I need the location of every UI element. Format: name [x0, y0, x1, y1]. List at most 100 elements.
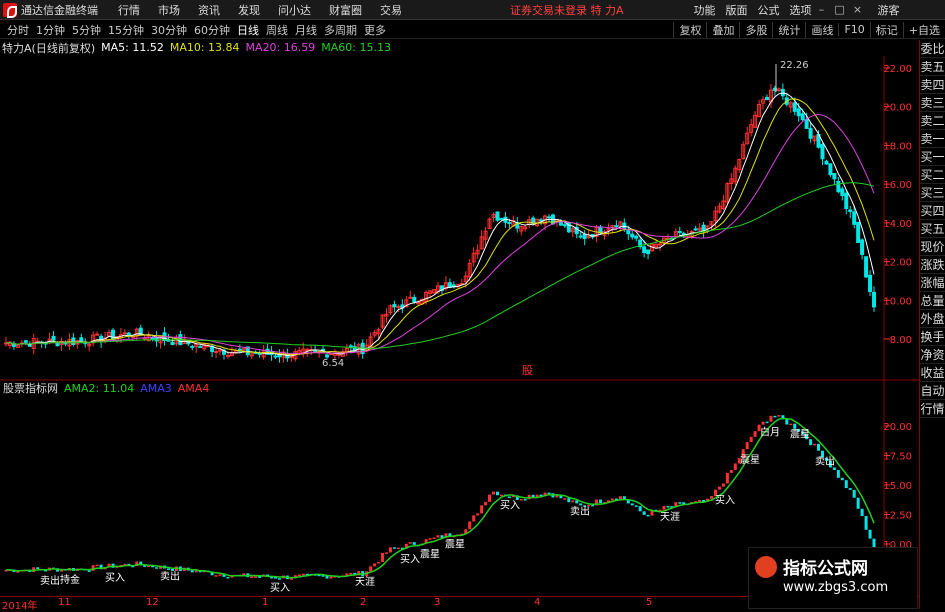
tab-30min[interactable]: 30分钟 [151, 22, 187, 38]
tab-60min[interactable]: 60分钟 [194, 22, 230, 38]
tab-more[interactable]: 更多 [364, 22, 386, 38]
date-year: 2014年 [2, 601, 38, 612]
tab-monthly[interactable]: 月线 [295, 22, 317, 38]
tool-mark[interactable]: 标记 [869, 21, 903, 38]
candle-body [642, 246, 647, 254]
sidebar-item[interactable]: 卖二 [920, 112, 945, 130]
tool-draw[interactable]: 画线 [805, 21, 838, 38]
tab-daily[interactable]: 日线 [237, 22, 259, 38]
menu-formula[interactable]: 公式 [758, 2, 780, 18]
menu-markets[interactable]: 市场 [158, 2, 180, 18]
sub-bar [698, 499, 702, 502]
sidebar-item[interactable]: 买三 [920, 184, 945, 202]
sidebar-item[interactable]: 涨幅 [920, 274, 945, 292]
menu-ask[interactable]: 问小达 [278, 2, 311, 18]
sub-bar [721, 483, 725, 487]
sub-bar [789, 423, 793, 426]
sub-bar [190, 570, 194, 573]
sub-bar [155, 567, 159, 569]
tool-stats[interactable]: 统计 [772, 21, 805, 38]
candle-body [325, 354, 330, 358]
sidebar-item[interactable]: 外盘 [920, 310, 945, 328]
sub-bar [567, 498, 571, 503]
sub-bar [571, 500, 575, 503]
sub-bar [710, 496, 714, 499]
sidebar-item[interactable]: 卖一 [920, 130, 945, 148]
sidebar-item[interactable]: 卖三 [920, 94, 945, 112]
menu-options[interactable]: 选项 [790, 2, 812, 18]
sidebar-item[interactable]: 买五 [920, 220, 945, 238]
watermark-logo-icon [755, 556, 777, 578]
tab-intraday[interactable]: 分时 [7, 22, 29, 38]
sub-bar [384, 552, 388, 554]
sub-bar [468, 521, 472, 530]
kline-chart[interactable]: 22.0020.0018.0016.0014.0012.0010.008.00 … [0, 56, 919, 609]
sub-bar [638, 506, 642, 512]
minimize-icon[interactable]: – [814, 3, 830, 16]
candle-body [539, 219, 544, 222]
close-icon[interactable]: × [850, 3, 866, 16]
tab-1min[interactable]: 1分钟 [36, 22, 65, 38]
sidebar-item[interactable]: 自动 [920, 382, 945, 400]
sidebar-item[interactable]: 换手 [920, 328, 945, 346]
signal-label: 卖出 [40, 574, 60, 587]
ma10-line [5, 98, 875, 356]
candle-body [218, 349, 223, 352]
candle-body [868, 274, 873, 292]
sub-bar [16, 571, 20, 573]
sidebar-item[interactable]: 涨跌 [920, 256, 945, 274]
menu-news[interactable]: 资讯 [198, 2, 220, 18]
sidebar-item[interactable]: 现价 [920, 238, 945, 256]
main-legend: 特力A(日线前复权) MA5: 11.52 MA10: 13.84 MA20: … [2, 40, 391, 55]
menu-wealth[interactable]: 财富圈 [329, 2, 362, 18]
tool-watchlist[interactable]: +自选 [902, 21, 945, 38]
guest-label[interactable]: 游客 [878, 2, 900, 18]
menu-discover[interactable]: 发现 [238, 2, 260, 18]
sidebar-item[interactable]: 收益 [920, 364, 945, 382]
sidebar-item[interactable]: 买一 [920, 148, 945, 166]
sidebar-item[interactable]: 买二 [920, 166, 945, 184]
sidebar-item[interactable]: 行情 [920, 400, 945, 418]
sub-bar [753, 431, 757, 437]
candle-body [677, 230, 682, 233]
sub-bar [392, 547, 396, 549]
event-marker[interactable]: 股 [522, 364, 533, 377]
sidebar-item[interactable]: 卖五 [920, 58, 945, 76]
y-tick-label: 20.00 [883, 103, 912, 114]
ama2-line [5, 417, 875, 579]
tab-5min[interactable]: 5分钟 [72, 22, 101, 38]
sidebar-item[interactable]: 委比 [920, 40, 945, 58]
menu-market[interactable]: 行情 [118, 2, 140, 18]
sub-bar [250, 576, 254, 579]
tool-f10[interactable]: F10 [838, 23, 869, 36]
low-label: 6.54 [322, 358, 344, 369]
tab-multi[interactable]: 多周期 [324, 22, 357, 38]
tool-adjust[interactable]: 复权 [673, 21, 706, 38]
sidebar-item[interactable]: 总量 [920, 292, 945, 310]
sub-bar [412, 542, 416, 545]
tool-multistock[interactable]: 多股 [739, 21, 772, 38]
login-status[interactable]: 证券交易未登录 特 力A [510, 2, 624, 18]
candle-body [396, 305, 401, 308]
menu-layout[interactable]: 版面 [726, 2, 748, 18]
signal-label: 持金 [60, 573, 80, 586]
sub-bar [480, 505, 484, 514]
maximize-icon[interactable]: □ [832, 3, 848, 16]
tab-15min[interactable]: 15分钟 [108, 22, 144, 38]
sidebar-item[interactable]: 卖四 [920, 76, 945, 94]
menu-trade[interactable]: 交易 [380, 2, 402, 18]
candle-body [578, 235, 583, 238]
date-nov: 11 [58, 597, 71, 608]
tool-overlay[interactable]: 叠加 [706, 21, 739, 38]
menu-function[interactable]: 功能 [694, 2, 716, 18]
signal-label: 天涯 [355, 575, 375, 588]
sidebar-item[interactable]: 买四 [920, 202, 945, 220]
watermark-url: www.zbgs3.com [783, 580, 889, 595]
sub-bar [36, 567, 40, 569]
sidebar-item[interactable]: 净资 [920, 346, 945, 364]
tab-weekly[interactable]: 周线 [266, 22, 288, 38]
ma20-value: MA20: 16.59 [245, 41, 316, 54]
y-tick-label: 12.00 [883, 258, 912, 269]
y-tick-label: 14.00 [883, 219, 912, 230]
sub-bar [844, 480, 848, 489]
